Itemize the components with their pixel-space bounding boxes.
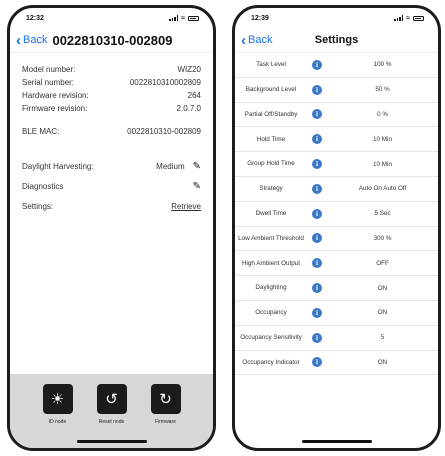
- info-icon[interactable]: i: [312, 332, 322, 343]
- setting-row-partial-off[interactable]: Partial Off/Standby i 0 %: [235, 103, 438, 128]
- firmware-icon: ↻: [150, 384, 181, 414]
- setting-row-occupancy-indicator[interactable]: Occupancy Indicator i ON: [235, 351, 438, 376]
- setting-row-daylighting[interactable]: Daylighting i ON: [235, 276, 438, 301]
- status-time: 12:39: [251, 14, 269, 22]
- setting-row-task-level[interactable]: Task Level i 100 %: [235, 53, 438, 78]
- battery-icon: [188, 15, 199, 21]
- setting-row-group-hold-time[interactable]: Group Hold Time i 10 Min: [235, 152, 438, 177]
- wifi-icon: ≈: [181, 14, 185, 22]
- back-button[interactable]: Back: [23, 34, 47, 46]
- battery-icon: [413, 15, 424, 21]
- status-time: 12:32: [26, 14, 44, 22]
- setting-row-background-level[interactable]: Background Level i 50 %: [235, 78, 438, 103]
- info-icon[interactable]: i: [312, 233, 322, 244]
- info-icon[interactable]: i: [312, 208, 322, 219]
- info-row-hardware: Hardware revision: 264: [22, 91, 201, 100]
- edit-pencil-icon[interactable]: ✎: [193, 181, 201, 192]
- home-indicator: [301, 440, 372, 443]
- settings-row: Settings: Retrieve: [22, 201, 201, 211]
- edit-pencil-icon[interactable]: ✎: [193, 161, 201, 172]
- setting-row-dwell-time[interactable]: Dwell Time i 5 Sec: [235, 202, 438, 227]
- device-info-panel: Model number: WIZ20 Serial number: 00228…: [10, 52, 213, 400]
- status-bar: 12:32 ≈: [10, 8, 213, 28]
- diagnostics-row: Diagnostics ✎: [22, 180, 201, 192]
- info-row-model: Model number: WIZ20: [22, 65, 201, 74]
- info-row-firmware: Firmware revision: 2.0.7.0: [22, 104, 201, 113]
- reset-node-button[interactable]: ↺ Reset node: [92, 384, 132, 448]
- setting-row-occupancy-sensitivity[interactable]: Occupancy Sensitivity i 5: [235, 326, 438, 351]
- info-icon[interactable]: i: [312, 109, 322, 120]
- retrieve-link[interactable]: Retrieve: [171, 202, 201, 211]
- reset-icon: ↺: [96, 384, 127, 414]
- home-indicator: [76, 440, 147, 443]
- nav-bar: Settings ‹ Back: [235, 28, 438, 52]
- info-row-ble-mac: BLE MAC: 0022810310-002809: [22, 127, 201, 136]
- id-node-button[interactable]: ☀ ID node: [38, 384, 78, 448]
- signal-icon: [394, 15, 404, 21]
- settings-list: Task Level i 100 % Background Level i 50…: [235, 52, 438, 376]
- back-chevron-icon[interactable]: ‹: [241, 33, 246, 48]
- info-icon[interactable]: i: [312, 134, 322, 145]
- back-chevron-icon[interactable]: ‹: [16, 33, 21, 48]
- setting-row-high-ambient-output[interactable]: High Ambient Output i OFF: [235, 251, 438, 277]
- setting-row-occupancy[interactable]: Occupancy i ON: [235, 301, 438, 326]
- wifi-icon: ≈: [406, 14, 410, 22]
- info-icon[interactable]: i: [312, 183, 322, 194]
- info-icon[interactable]: i: [312, 84, 322, 95]
- setting-row-strategy[interactable]: Strategy i Auto On Auto Off: [235, 177, 438, 202]
- page-title: 0022810310-002809: [52, 32, 173, 48]
- bottom-toolbar: ☀ ID node ↺ Reset node ↻ Firmware: [10, 374, 213, 448]
- firmware-button[interactable]: ↻ Firmware: [146, 384, 186, 448]
- info-icon[interactable]: i: [312, 258, 322, 269]
- status-bar: 12:39 ≈: [235, 8, 438, 28]
- signal-icon: [169, 15, 179, 21]
- back-button[interactable]: Back: [248, 34, 272, 46]
- info-icon[interactable]: i: [312, 357, 322, 368]
- daylight-harvesting-value: Medium: [156, 161, 185, 171]
- info-row-serial: Serial number: 0022810310002809: [22, 78, 201, 87]
- sun-icon: ☀: [42, 384, 73, 414]
- daylight-harvesting-row: Daylight Harvesting: Medium ✎: [22, 160, 201, 172]
- setting-row-hold-time[interactable]: Hold Time i 10 Min: [235, 127, 438, 153]
- info-icon[interactable]: i: [312, 159, 322, 170]
- device-detail-screen: 12:32 ≈ ‹ Back 0022810310-002809 Model n…: [7, 5, 216, 451]
- info-icon[interactable]: i: [312, 283, 322, 294]
- info-icon[interactable]: i: [312, 307, 322, 318]
- info-icon[interactable]: i: [312, 59, 322, 70]
- setting-row-low-ambient-threshold[interactable]: Low Ambient Threshold i 300 %: [235, 227, 438, 252]
- settings-screen: 12:39 ≈ Settings ‹ Back Task Level i 100…: [232, 5, 441, 451]
- nav-bar: ‹ Back 0022810310-002809: [10, 28, 213, 52]
